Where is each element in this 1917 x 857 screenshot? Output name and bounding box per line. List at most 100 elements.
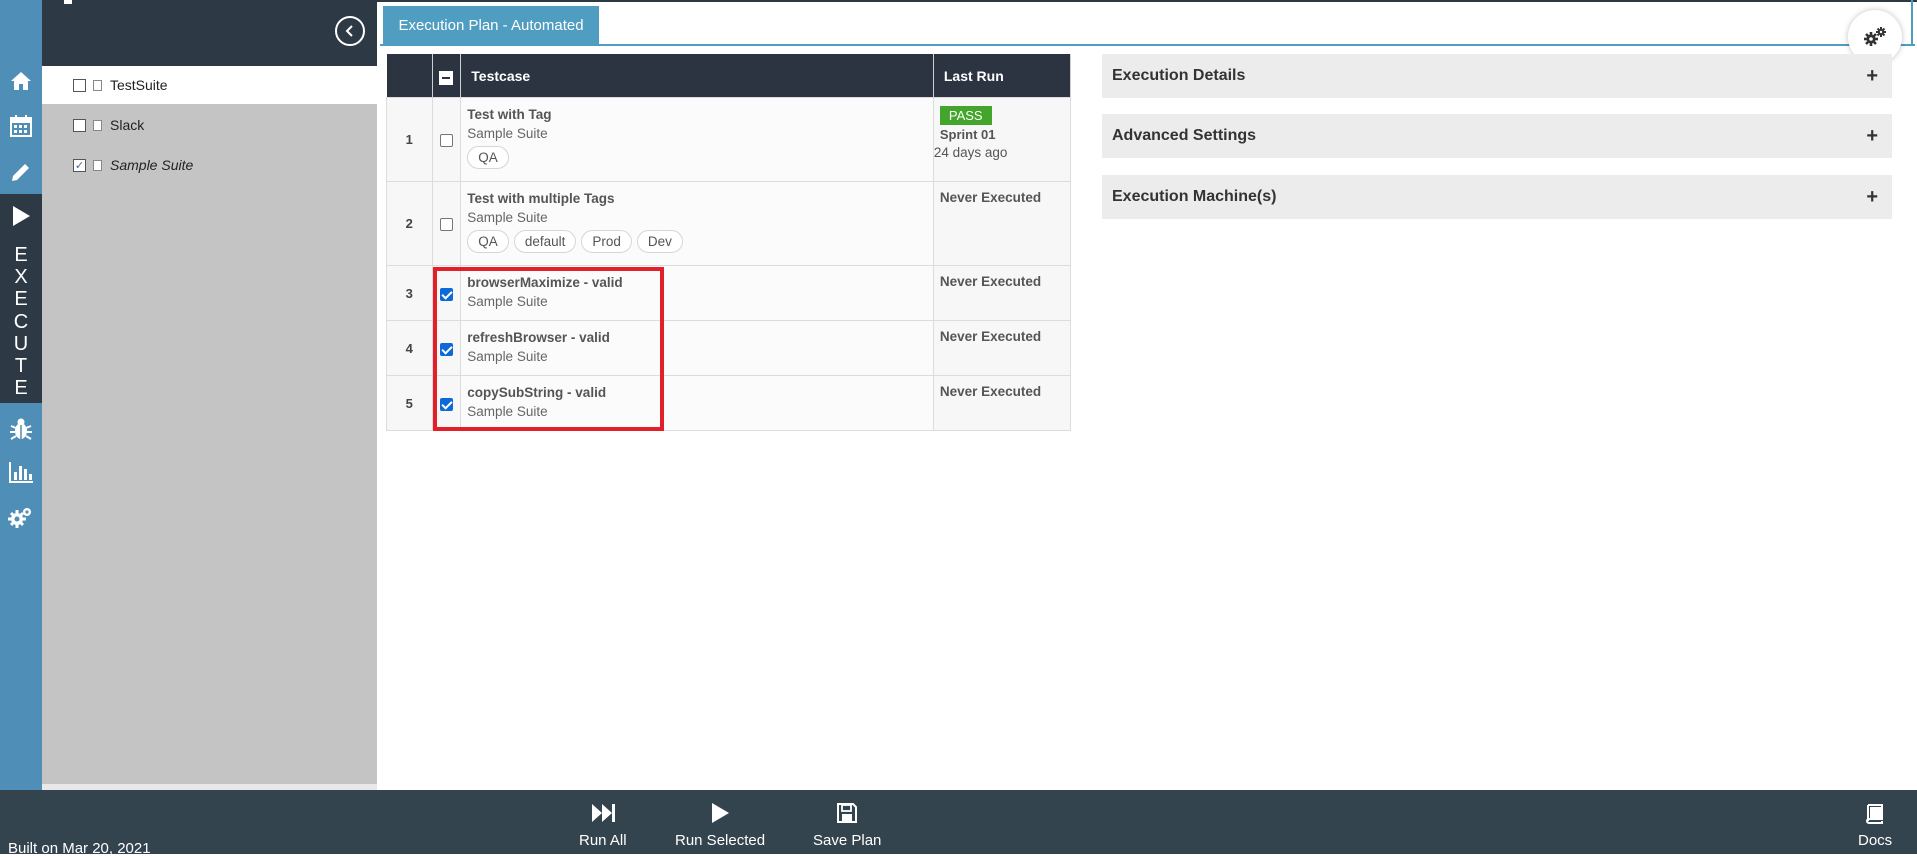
file-icon (93, 159, 102, 171)
collapse-panel-button[interactable] (335, 16, 365, 46)
gears-icon (1864, 27, 1886, 46)
run-time: 24 days ago (933, 145, 1008, 160)
accordion-title: Execution Machine(s) (1112, 188, 1277, 205)
plus-icon[interactable]: + (1866, 65, 1878, 88)
file-icon (93, 79, 102, 91)
num-header (386, 54, 433, 98)
last-run-cell: Never Executed (932, 181, 1072, 266)
docs-button[interactable]: Docs (1858, 800, 1892, 849)
testcase-name[interactable]: Test with Tag (467, 106, 927, 123)
tree-checkbox[interactable] (73, 118, 86, 132)
highlight-box (433, 267, 664, 431)
gears-icon[interactable] (0, 500, 42, 534)
sprint-label[interactable]: Sprint 01 (940, 127, 1064, 142)
table-row[interactable]: 1 Test with Tag Sample Suite QA PASS Sprint 0… (386, 97, 1072, 182)
last-run-text: Never Executed (939, 190, 1042, 205)
execute-label: EXECUTE (0, 244, 42, 399)
tag-pill[interactable]: Dev (636, 230, 683, 253)
fast-forward-icon (591, 804, 615, 822)
row-number: 3 (386, 265, 433, 321)
last-run-cell: Never Executed (932, 320, 1072, 376)
execute-letter: T (14, 355, 28, 378)
last-run-text: Never Executed (939, 329, 1042, 344)
calendar-icon[interactable] (0, 109, 42, 143)
edge-line (1911, 0, 1913, 46)
save-plan-button[interactable]: Save Plan (813, 800, 881, 849)
select-all-header[interactable] (432, 54, 462, 98)
run-selected-button[interactable]: Run Selected (675, 800, 765, 849)
home-icon[interactable] (0, 64, 42, 98)
tree-item-label: Sample Suite (110, 157, 194, 173)
file-icon (93, 119, 102, 131)
execute-letter: E (14, 244, 28, 266)
row-checkbox[interactable] (439, 134, 453, 148)
chevron-left-icon (345, 25, 353, 37)
accordion-title: Execution Details (1112, 67, 1246, 84)
testcase-name[interactable]: Test with multiple Tags (467, 190, 927, 207)
testcase-header[interactable]: Testcase (460, 54, 934, 98)
run-all-button[interactable]: Run All (579, 800, 627, 849)
tag-pill[interactable]: QA (467, 230, 509, 253)
execute-letter: E (14, 377, 28, 400)
accordion-title: Advanced Settings (1112, 127, 1257, 144)
row-select-cell[interactable] (431, 181, 462, 266)
testcase-suite: Sample Suite (467, 210, 548, 225)
book-icon (1866, 804, 1884, 824)
main-nav: EXECUTE (0, 0, 42, 790)
docs-label: Docs (1858, 832, 1893, 849)
row-number: 4 (386, 320, 433, 376)
pencil-icon[interactable] (0, 155, 42, 189)
execute-letter: E (14, 288, 28, 311)
play-icon[interactable] (0, 199, 42, 233)
last-run-text: Never Executed (939, 274, 1042, 289)
execute-letter: X (14, 266, 28, 289)
row-number: 5 (386, 375, 433, 431)
row-checkbox[interactable] (439, 218, 453, 232)
tree-item-label: Slack (110, 117, 145, 133)
run-all-label: Run All (579, 832, 627, 849)
build-info: Built on Mar 20, 2021 (8, 840, 151, 857)
last-run-cell: PASS Sprint 01 24 days ago (932, 97, 1072, 182)
plus-icon[interactable]: + (1866, 125, 1878, 148)
tree-item-label: TestSuite (110, 77, 168, 93)
tab-execution-plan[interactable]: Execution Plan - Automated (383, 6, 599, 44)
execute-letter: C (13, 310, 29, 333)
deselect-all-checkbox[interactable] (439, 71, 454, 85)
tree-header (42, 0, 377, 66)
execute-letter: U (13, 332, 29, 355)
row-select-cell[interactable] (431, 97, 462, 182)
table-header-row: Testcase Last Run (386, 54, 1072, 98)
bug-icon[interactable] (0, 412, 42, 446)
run-selected-label: Run Selected (675, 832, 766, 849)
table-row[interactable]: 2 Test with multiple Tags Sample Suite QA de… (386, 181, 1072, 266)
last-run-cell: Never Executed (932, 265, 1072, 321)
tree-item-testsuite[interactable]: TestSuite (42, 66, 377, 104)
tag-pill[interactable]: QA (467, 146, 509, 169)
last-run-header[interactable]: Last Run (933, 54, 1072, 98)
bar-chart-icon[interactable] (0, 455, 42, 489)
tag-list: QA default Prod Dev (467, 230, 927, 253)
save-plan-label: Save Plan (813, 832, 882, 849)
logo (64, 0, 72, 4)
testcase-suite: Sample Suite (467, 126, 548, 141)
tag-pill[interactable]: default (513, 230, 577, 253)
tree-checkbox[interactable]: ✓ (73, 158, 86, 172)
tag-pill[interactable]: Prod (581, 230, 632, 253)
status-badge: PASS (939, 106, 992, 125)
testcase-cell[interactable]: Test with Tag Sample Suite QA (460, 97, 934, 182)
last-run-text: Never Executed (939, 384, 1042, 399)
testcase-cell[interactable]: Test with multiple Tags Sample Suite QA def… (460, 181, 934, 266)
tree-item-slack[interactable]: Slack (42, 106, 377, 144)
accordion-advanced-settings[interactable]: Advanced Settings + (1102, 114, 1892, 158)
accordion-execution-details[interactable]: Execution Details + (1102, 54, 1892, 98)
footer: Built on Mar 20, 2021 Run All Run Select… (0, 790, 1917, 857)
row-number: 2 (386, 181, 433, 266)
tree-item-sample-suite[interactable]: ✓ Sample Suite (42, 146, 377, 184)
plus-icon[interactable]: + (1866, 186, 1878, 209)
play-icon (712, 803, 730, 823)
save-icon (837, 803, 858, 823)
row-number: 1 (386, 97, 433, 182)
last-run-cell: Never Executed (932, 375, 1072, 431)
accordion-execution-machine-s[interactable]: Execution Machine(s) + (1102, 175, 1892, 219)
tree-checkbox[interactable] (73, 78, 86, 92)
